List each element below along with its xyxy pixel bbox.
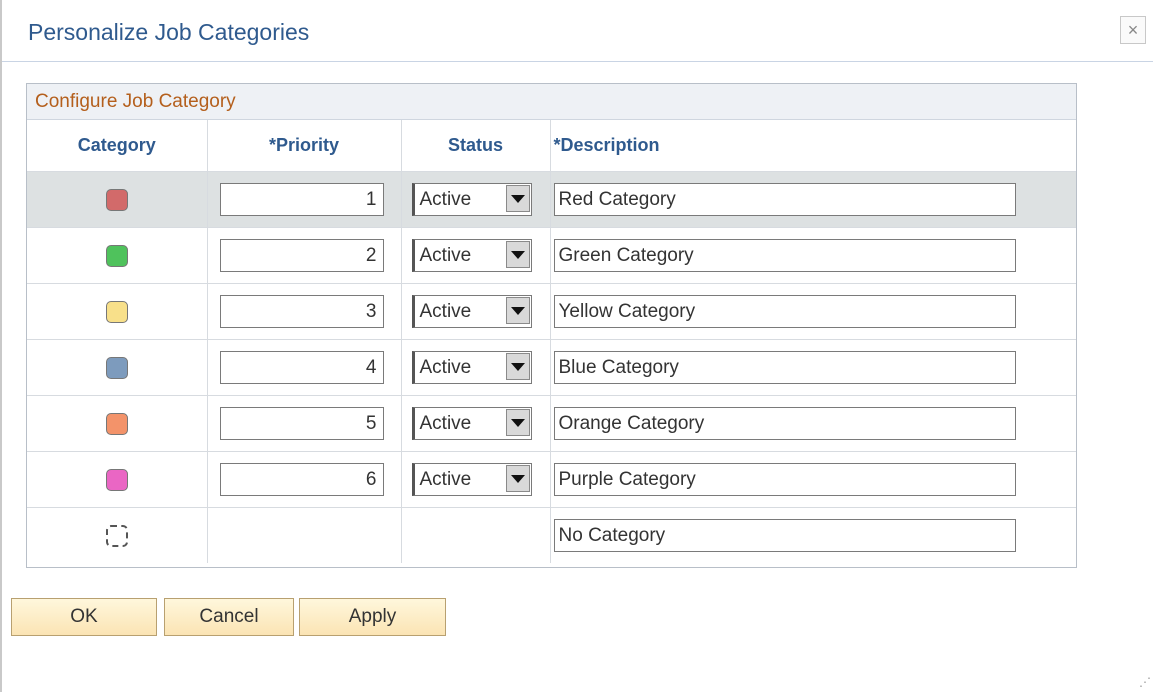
dropdown-arrow-icon[interactable] [505, 465, 530, 492]
personalize-dialog: Personalize Job Categories × Configure J… [0, 0, 1153, 692]
description-input[interactable]: Orange Category [553, 407, 1016, 440]
description-cell: Orange Category [549, 395, 1076, 452]
apply-button[interactable]: Apply [299, 598, 446, 636]
category-cell [27, 451, 207, 508]
priority-input[interactable]: 1 [219, 183, 384, 216]
table-row[interactable]: 6 Active Purple Category [27, 451, 1076, 508]
status-dropdown[interactable]: Active [411, 239, 532, 272]
table-header-row: Category *Priority Status *Description [27, 120, 1076, 172]
description-cell: Red Category [549, 171, 1076, 228]
status-dropdown[interactable]: Active [411, 295, 532, 328]
category-cell [27, 339, 207, 396]
category-color-icon[interactable] [105, 468, 128, 491]
close-icon: × [1127, 19, 1139, 40]
description-input[interactable]: Blue Category [553, 351, 1016, 384]
priority-input[interactable]: 3 [219, 295, 384, 328]
status-value: Active [419, 357, 472, 378]
dropdown-arrow-icon[interactable] [505, 353, 530, 380]
dropdown-arrow-icon[interactable] [505, 409, 530, 436]
title-divider [2, 61, 1153, 62]
status-cell: Active [400, 395, 550, 452]
status-dropdown[interactable]: Active [411, 183, 532, 216]
category-color-icon[interactable] [105, 356, 128, 379]
category-color-icon[interactable] [105, 188, 128, 211]
category-table: Category *Priority Status *Description 1… [27, 120, 1076, 563]
table-row[interactable]: 5 Active Orange Category [27, 395, 1076, 452]
description-input[interactable]: Purple Category [553, 463, 1016, 496]
grid-caption: Configure Job Category [27, 84, 1076, 120]
status-cell: Active [400, 283, 550, 340]
status-value: Active [419, 301, 472, 322]
table-row[interactable]: 2 Active Green Category [27, 227, 1076, 284]
dropdown-arrow-icon[interactable] [505, 185, 530, 212]
status-value: Active [419, 189, 472, 210]
table-body: 1 Active Red Category 2 Active Green Category… [27, 171, 1076, 564]
description-cell: Yellow Category [549, 283, 1076, 340]
category-cell [27, 227, 207, 284]
priority-cell: 2 [206, 227, 401, 284]
description-input[interactable]: No Category [553, 519, 1016, 552]
column-header-priority: *Priority [206, 120, 401, 172]
dropdown-arrow-icon[interactable] [505, 297, 530, 324]
description-cell: No Category [549, 507, 1076, 563]
category-color-icon[interactable] [105, 412, 128, 435]
priority-input[interactable]: 5 [219, 407, 384, 440]
column-header-description: *Description [549, 120, 1076, 172]
column-header-status: Status [400, 120, 550, 172]
resize-grip-icon[interactable]: ⋰ [1139, 675, 1151, 689]
table-row[interactable]: 3 Active Yellow Category [27, 283, 1076, 340]
category-color-icon[interactable] [105, 300, 128, 323]
description-cell: Green Category [549, 227, 1076, 284]
dialog-title: Personalize Job Categories [28, 19, 310, 45]
status-cell: Active [400, 171, 550, 228]
cancel-button[interactable]: Cancel [164, 598, 294, 636]
description-input[interactable]: Red Category [553, 183, 1016, 216]
priority-cell: 5 [206, 395, 401, 452]
category-color-icon[interactable] [105, 244, 128, 267]
table-row[interactable]: 4 Active Blue Category [27, 339, 1076, 396]
status-cell [400, 507, 550, 563]
category-cell [27, 395, 207, 452]
status-dropdown[interactable]: Active [411, 407, 532, 440]
status-cell: Active [400, 339, 550, 396]
status-dropdown[interactable]: Active [411, 463, 532, 496]
dropdown-arrow-icon[interactable] [505, 241, 530, 268]
description-input[interactable]: Green Category [553, 239, 1016, 272]
category-cell [27, 171, 207, 228]
job-category-grid: Configure Job Category Category *Priorit… [26, 83, 1077, 568]
priority-cell: 1 [206, 171, 401, 228]
status-value: Active [419, 245, 472, 266]
table-row[interactable]: 1 Active Red Category [27, 171, 1076, 228]
close-button[interactable]: × [1120, 16, 1146, 44]
priority-cell: 4 [206, 339, 401, 396]
status-cell: Active [400, 227, 550, 284]
description-cell: Purple Category [549, 451, 1076, 508]
ok-button[interactable]: OK [11, 598, 157, 636]
category-cell [27, 283, 207, 340]
priority-input[interactable]: 6 [219, 463, 384, 496]
priority-input[interactable]: 4 [219, 351, 384, 384]
status-cell: Active [400, 451, 550, 508]
category-cell [27, 508, 207, 564]
priority-input[interactable]: 2 [219, 239, 384, 272]
status-value: Active [419, 413, 472, 434]
priority-cell [206, 507, 401, 563]
column-header-category: Category [27, 120, 207, 172]
description-input[interactable]: Yellow Category [553, 295, 1016, 328]
status-value: Active [419, 469, 472, 490]
description-cell: Blue Category [549, 339, 1076, 396]
category-color-icon[interactable] [105, 524, 128, 547]
status-dropdown[interactable]: Active [411, 351, 532, 384]
priority-cell: 3 [206, 283, 401, 340]
table-row[interactable]: No Category [27, 507, 1076, 564]
priority-cell: 6 [206, 451, 401, 508]
